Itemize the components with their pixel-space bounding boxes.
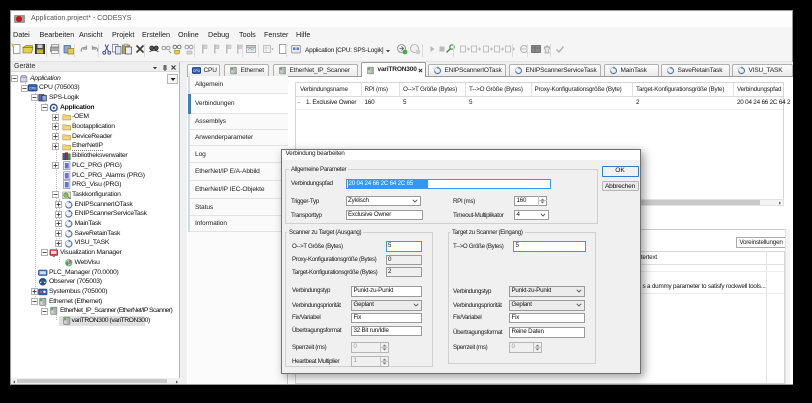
svg-text:CPU: CPU	[193, 69, 201, 73]
svg-text:CPU: CPU	[29, 87, 37, 91]
